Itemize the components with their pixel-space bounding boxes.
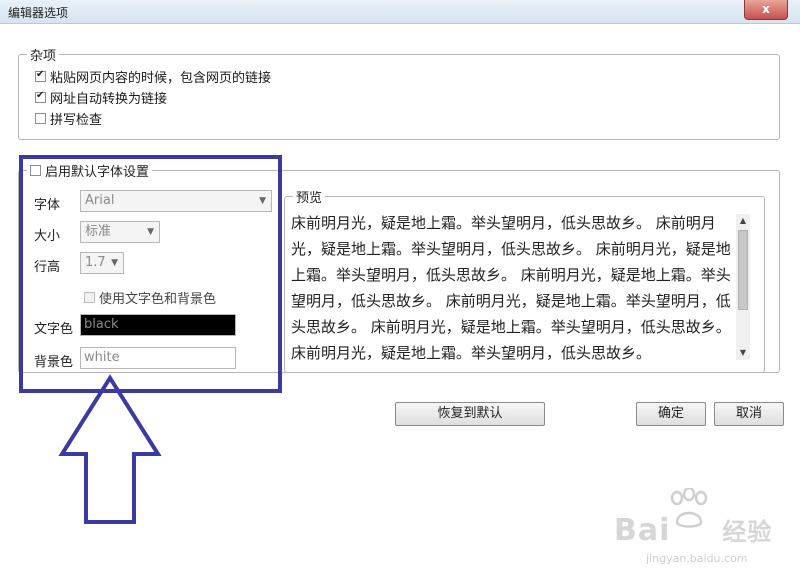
- annotation-up-arrow-icon: [58, 374, 162, 524]
- annotation-highlight-box: [19, 155, 282, 393]
- scroll-thumb[interactable]: [738, 230, 748, 310]
- spell-check-label: 拼写检查: [50, 113, 103, 128]
- restore-default-button[interactable]: 恢复到默认: [395, 402, 545, 426]
- dialog-body: 杂项 粘贴网页内容的时候，包含网页的链接 网址自动转换为链接 拼写检查 启用默认…: [0, 24, 800, 570]
- window-title: 编辑器选项: [8, 6, 69, 20]
- watermark-brand: Bai: [614, 513, 671, 548]
- close-button[interactable]: x: [744, 0, 788, 20]
- baidu-jingyan-watermark: Bai 经验 jingyan.baidu.com: [612, 488, 792, 578]
- misc-group-legend: 杂项: [30, 49, 57, 64]
- title-bar: 编辑器选项 x: [0, 0, 800, 24]
- option-spell-check[interactable]: 拼写检查: [35, 109, 102, 128]
- preview-scrollbar[interactable]: ▲ ▼: [736, 214, 750, 360]
- include-links-checkbox[interactable]: [35, 69, 46, 82]
- spell-check-checkbox[interactable]: [35, 113, 46, 124]
- option-auto-link[interactable]: 网址自动转换为链接: [35, 88, 167, 107]
- scroll-down-icon[interactable]: ▼: [736, 346, 750, 360]
- watermark-url: jingyan.baidu.com: [646, 552, 748, 565]
- watermark-brand-suffix: 经验: [722, 518, 773, 546]
- watermark-brand-row: Bai 经验: [614, 512, 772, 548]
- auto-link-label: 网址自动转换为链接: [50, 92, 168, 107]
- option-include-links[interactable]: 粘贴网页内容的时候，包含网页的链接: [35, 67, 271, 86]
- include-links-label: 粘贴网页内容的时候，包含网页的链接: [50, 71, 272, 86]
- auto-link-checkbox[interactable]: [35, 90, 46, 103]
- scroll-up-icon[interactable]: ▲: [736, 214, 750, 228]
- ok-button[interactable]: 确定: [636, 402, 706, 426]
- cancel-button[interactable]: 取消: [714, 402, 784, 426]
- preview-text: 床前明月光，疑是地上霜。举头望明月，低头思故乡。 床前明月光，疑是地上霜。举头望…: [291, 214, 731, 362]
- preview-legend: 预览: [296, 191, 323, 206]
